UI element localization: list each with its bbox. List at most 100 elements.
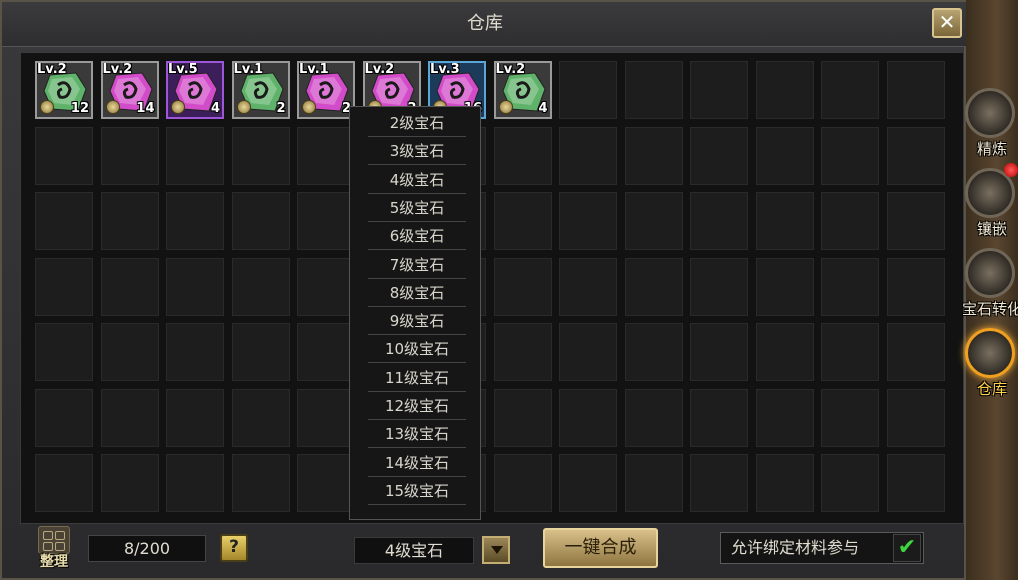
inventory-slot[interactable] (624, 388, 683, 447)
inventory-slot[interactable] (690, 126, 748, 185)
side-tab[interactable]: 仓库 (962, 328, 1018, 404)
inventory-slot[interactable] (297, 126, 355, 185)
inventory-slot[interactable] (35, 454, 93, 512)
inventory-slot[interactable] (35, 257, 93, 316)
dropdown-option[interactable]: 12级宝石 (368, 392, 466, 420)
inventory-slot[interactable] (297, 192, 355, 250)
sort-button[interactable]: 整理 (34, 524, 74, 570)
side-tab[interactable]: 精炼 (962, 88, 1018, 164)
inventory-slot[interactable] (755, 192, 814, 250)
inventory-slot[interactable] (886, 126, 945, 185)
inventory-slot[interactable] (231, 192, 290, 250)
inventory-slot[interactable] (493, 192, 552, 250)
inventory-slot[interactable] (755, 323, 814, 381)
inventory-slot[interactable] (755, 61, 814, 119)
merge-all-button[interactable]: 一键合成 (543, 528, 658, 568)
inventory-slot[interactable] (821, 454, 879, 512)
inventory-slot[interactable] (100, 323, 159, 381)
inventory-slot[interactable] (493, 323, 552, 381)
dropdown-option[interactable]: 13级宝石 (368, 420, 466, 449)
inventory-slot[interactable] (755, 454, 814, 512)
inventory-slot[interactable] (690, 454, 748, 512)
dropdown-option[interactable]: 3级宝石 (368, 137, 466, 166)
dropdown-option[interactable]: 9级宝石 (368, 307, 466, 336)
dropdown-option[interactable]: 7级宝石 (368, 251, 466, 279)
inventory-slot[interactable] (690, 323, 748, 381)
dropdown-option[interactable]: 5级宝石 (368, 194, 466, 222)
inventory-slot[interactable] (624, 257, 683, 316)
inventory-slot[interactable] (35, 323, 93, 381)
dropdown-option[interactable]: 4级宝石 (368, 166, 466, 194)
inventory-slot[interactable] (493, 126, 552, 185)
dropdown-option[interactable]: 8级宝石 (368, 279, 466, 307)
inventory-slot[interactable] (559, 454, 617, 512)
inventory-slot[interactable] (100, 257, 159, 316)
side-tab[interactable]: 宝石转化 (962, 248, 1018, 324)
side-tab[interactable]: 镶嵌 (962, 168, 1018, 244)
inventory-slot[interactable] (690, 388, 748, 447)
inventory-slot[interactable] (886, 192, 945, 250)
inventory-slot[interactable] (755, 257, 814, 316)
inventory-slot[interactable] (690, 257, 748, 316)
dropdown-option[interactable]: 6级宝石 (368, 222, 466, 251)
inventory-slot[interactable] (821, 323, 879, 381)
inventory-slot[interactable] (559, 126, 617, 185)
inventory-slot[interactable] (231, 257, 290, 316)
inventory-slot[interactable] (297, 323, 355, 381)
gem-item[interactable]: Lv.5 4 (166, 61, 224, 119)
inventory-slot[interactable] (624, 192, 683, 250)
check-icon[interactable]: ✔ (893, 534, 921, 562)
inventory-slot[interactable] (559, 257, 617, 316)
inventory-slot[interactable] (821, 61, 879, 119)
inventory-slot[interactable] (886, 454, 945, 512)
help-button[interactable]: ? (220, 534, 248, 562)
inventory-slot[interactable] (100, 126, 159, 185)
inventory-slot[interactable] (493, 454, 552, 512)
inventory-slot[interactable] (100, 388, 159, 447)
gem-item[interactable]: Lv.2 4 (493, 61, 552, 119)
inventory-slot[interactable] (886, 61, 945, 119)
dropdown-option[interactable]: 14级宝石 (368, 449, 466, 477)
dropdown-option[interactable]: 15级宝石 (368, 477, 466, 505)
close-button[interactable]: ✕ (932, 8, 962, 38)
inventory-slot[interactable] (166, 388, 224, 447)
inventory-slot[interactable] (166, 323, 224, 381)
inventory-slot[interactable] (755, 388, 814, 447)
inventory-slot[interactable] (35, 192, 93, 250)
inventory-slot[interactable] (166, 126, 224, 185)
inventory-slot[interactable] (559, 323, 617, 381)
inventory-slot[interactable] (231, 388, 290, 447)
inventory-slot[interactable] (624, 126, 683, 185)
inventory-slot[interactable] (886, 257, 945, 316)
dropdown-option[interactable]: 2级宝石 (368, 109, 466, 137)
dropdown-option[interactable]: 10级宝石 (368, 335, 466, 364)
inventory-slot[interactable] (624, 454, 683, 512)
gem-item[interactable]: Lv.1 2 (231, 61, 290, 119)
gem-item[interactable]: Lv.1 2 (297, 61, 355, 119)
inventory-slot[interactable] (166, 454, 224, 512)
inventory-slot[interactable] (297, 454, 355, 512)
inventory-slot[interactable] (166, 192, 224, 250)
inventory-slot[interactable] (559, 61, 617, 119)
inventory-slot[interactable] (690, 192, 748, 250)
inventory-slot[interactable] (624, 323, 683, 381)
inventory-slot[interactable] (559, 192, 617, 250)
inventory-slot[interactable] (297, 388, 355, 447)
gem-level-select[interactable]: 4级宝石 (354, 537, 474, 564)
inventory-slot[interactable] (100, 192, 159, 250)
inventory-slot[interactable] (821, 126, 879, 185)
inventory-slot[interactable] (821, 388, 879, 447)
inventory-slot[interactable] (231, 454, 290, 512)
allow-bound-materials-toggle[interactable]: 允许绑定材料参与 ✔ (720, 532, 924, 564)
inventory-slot[interactable] (755, 126, 814, 185)
inventory-slot[interactable] (297, 257, 355, 316)
inventory-slot[interactable] (821, 257, 879, 316)
inventory-slot[interactable] (231, 126, 290, 185)
inventory-slot[interactable] (100, 454, 159, 512)
inventory-slot[interactable] (35, 126, 93, 185)
chevron-down-icon[interactable] (482, 536, 510, 564)
gem-item[interactable]: Lv.2 12 (35, 61, 93, 119)
inventory-slot[interactable] (886, 323, 945, 381)
inventory-slot[interactable] (886, 388, 945, 447)
inventory-slot[interactable] (231, 323, 290, 381)
